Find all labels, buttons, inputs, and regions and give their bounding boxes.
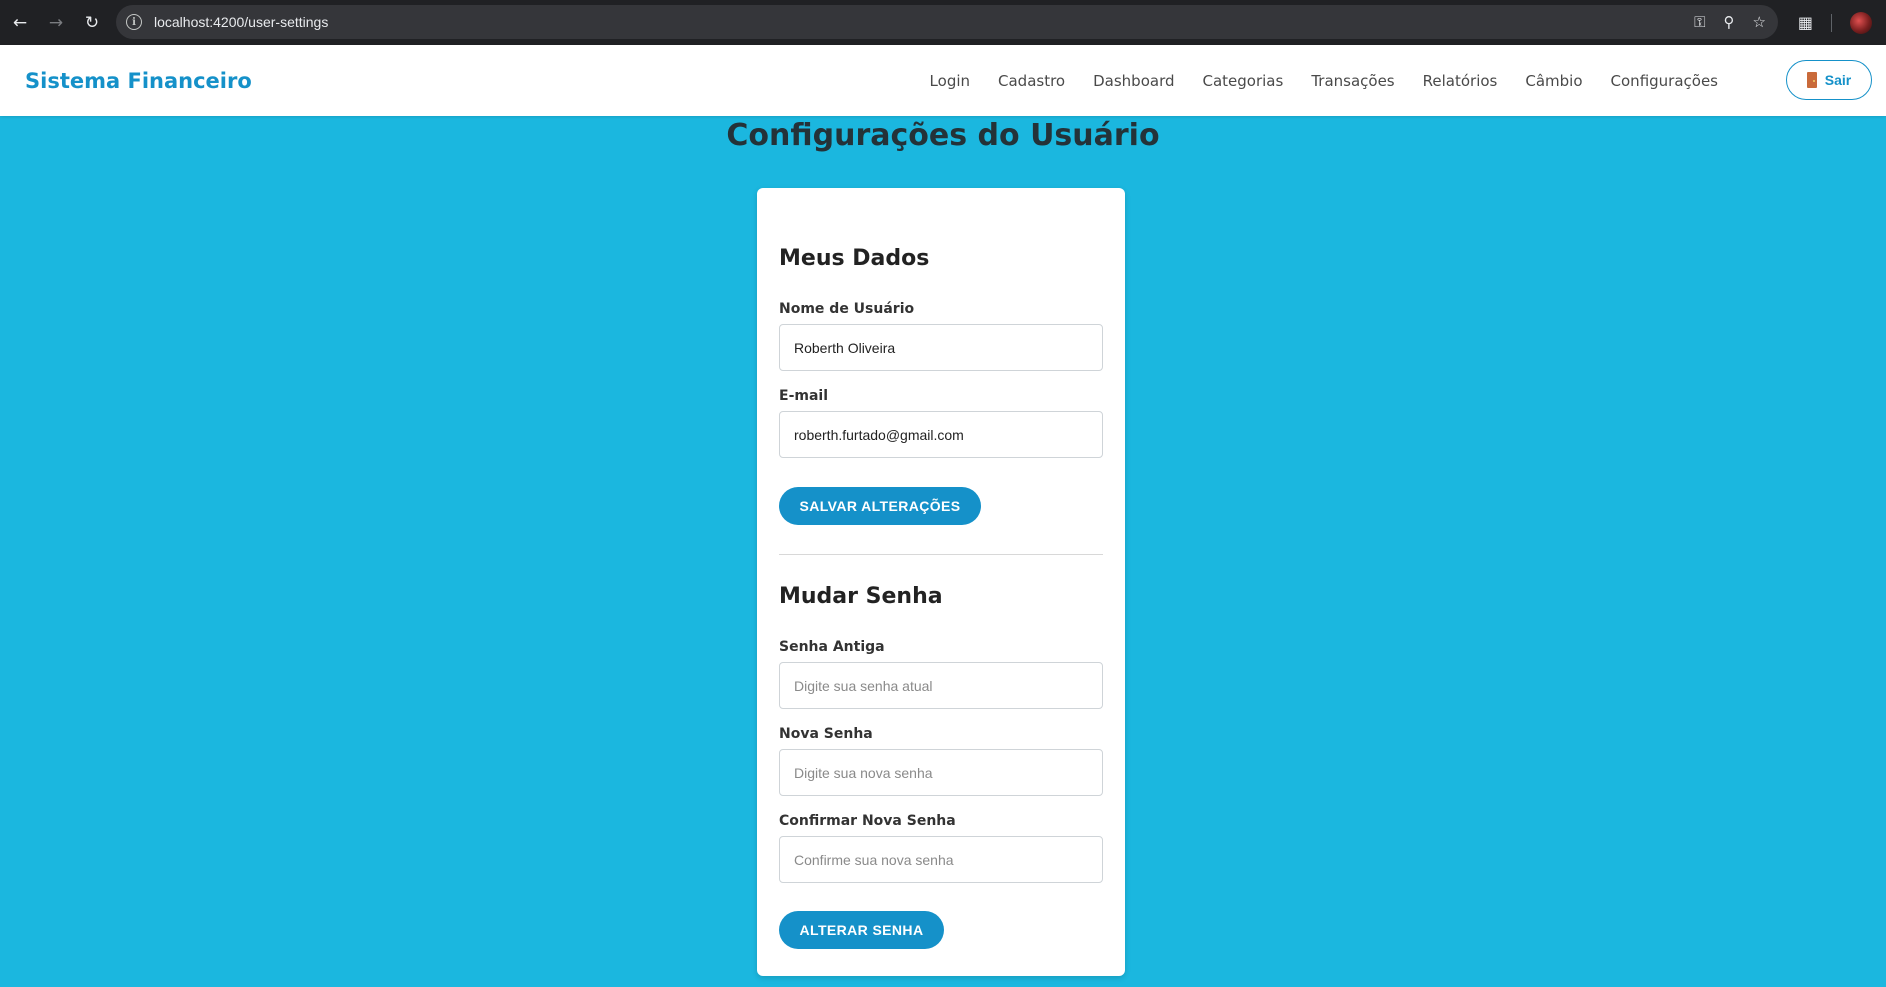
site-info-icon[interactable]: i (126, 14, 142, 30)
section-divider (779, 554, 1103, 555)
old-password-input[interactable] (779, 662, 1103, 709)
logout-label: Sair (1824, 72, 1852, 88)
nav-dashboard[interactable]: Dashboard (1079, 72, 1188, 90)
password-section-title: Mudar Senha (779, 584, 943, 609)
profile-section-title: Meus Dados (779, 246, 930, 271)
app-header: Sistema Financeiro Login Cadastro Dashbo… (0, 45, 1886, 116)
change-password-button[interactable]: ALTERAR SENHA (779, 911, 944, 949)
address-bar[interactable]: i localhost:4200/user-settings ⚿ ⚲ ☆ (116, 5, 1778, 39)
confirm-password-input[interactable] (779, 836, 1103, 883)
settings-card: Meus Dados Nome de Usuário E-mail SALVAR… (757, 188, 1125, 976)
brand-logo[interactable]: Sistema Financeiro (25, 45, 252, 116)
username-input[interactable] (779, 324, 1103, 371)
nav-cadastro[interactable]: Cadastro (984, 72, 1079, 90)
extensions-area: ▦ (1786, 0, 1886, 45)
zoom-icon[interactable]: ⚲ (1724, 13, 1735, 31)
username-label: Nome de Usuário (779, 301, 915, 317)
old-password-label: Senha Antiga (779, 639, 885, 655)
confirm-password-label: Confirmar Nova Senha (779, 813, 956, 829)
nav-categorias[interactable]: Categorias (1189, 72, 1298, 90)
email-label: E-mail (779, 388, 829, 404)
new-password-label: Nova Senha (779, 726, 873, 742)
nav-cambio[interactable]: Câmbio (1511, 72, 1596, 90)
profile-avatar[interactable] (1850, 11, 1872, 34)
password-key-icon[interactable]: ⚿ (1694, 13, 1705, 31)
email-input[interactable] (779, 411, 1103, 458)
nav-login[interactable]: Login (916, 72, 984, 90)
logout-button[interactable]: Sair (1786, 60, 1872, 100)
back-icon[interactable]: ← (2, 0, 38, 45)
main-nav: Login Cadastro Dashboard Categorias Tran… (916, 45, 1732, 116)
forward-icon[interactable]: → (38, 0, 74, 45)
nav-relatorios[interactable]: Relatórios (1409, 72, 1512, 90)
toolbar-separator (1831, 13, 1832, 32)
extensions-icon[interactable]: ▦ (1798, 13, 1813, 32)
page-title: Configurações do Usuário (726, 118, 1160, 153)
door-icon (1806, 72, 1817, 88)
nav-configuracoes[interactable]: Configurações (1597, 72, 1732, 90)
new-password-input[interactable] (779, 749, 1103, 796)
bookmark-star-icon[interactable]: ☆ (1753, 13, 1766, 31)
omnibox-actions: ⚿ ⚲ ☆ (1694, 5, 1766, 39)
reload-icon[interactable]: ↻ (74, 0, 110, 45)
nav-transacoes[interactable]: Transações (1297, 72, 1408, 90)
browser-toolbar: ← → ↻ i localhost:4200/user-settings ⚿ ⚲… (0, 0, 1886, 45)
url-text[interactable]: localhost:4200/user-settings (154, 14, 328, 30)
save-changes-button[interactable]: SALVAR ALTERAÇÕES (779, 487, 981, 525)
